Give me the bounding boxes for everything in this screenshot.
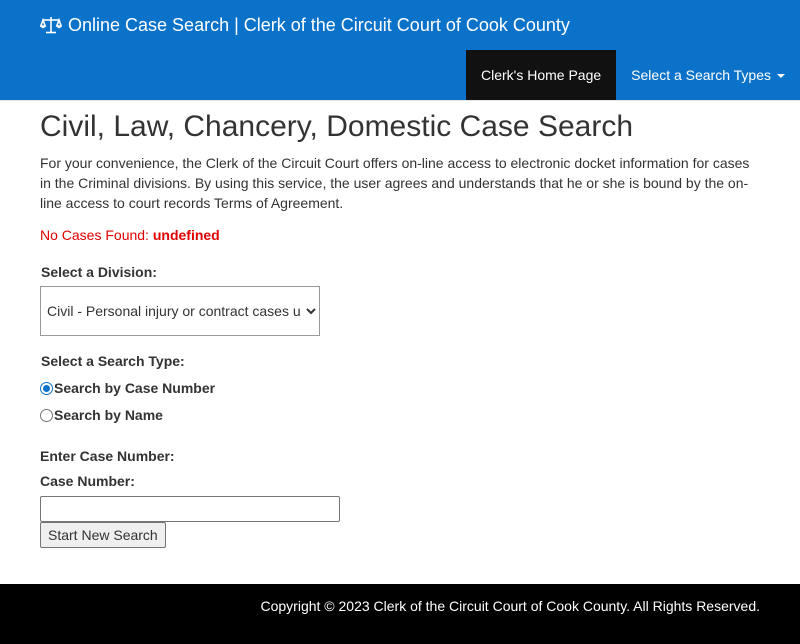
scale-icon bbox=[40, 17, 62, 34]
start-new-search-button[interactable]: Start New Search bbox=[40, 522, 166, 548]
nav-search-types-dropdown[interactable]: Select a Search Types bbox=[616, 50, 800, 100]
nav-home-link[interactable]: Clerk's Home Page bbox=[466, 50, 617, 100]
error-label: No Cases Found: bbox=[40, 227, 149, 243]
caret-down-icon bbox=[777, 74, 785, 79]
radio-case-number-row[interactable]: Search by Case Number bbox=[40, 378, 760, 398]
site-title: Online Case Search | Clerk of the Circui… bbox=[68, 15, 570, 35]
header-divider bbox=[0, 100, 800, 101]
footer-copyright: Copyright © 2023 Clerk of the Circuit Co… bbox=[260, 598, 761, 614]
radio-case-number-label: Search by Case Number bbox=[54, 380, 216, 396]
main-nav: Clerk's Home Page Select a Search Types bbox=[466, 50, 800, 100]
radio-name-row[interactable]: Search by Name bbox=[40, 405, 760, 425]
top-navbar: Online Case Search | Clerk of the Circui… bbox=[0, 0, 800, 100]
error-message: No Cases Found: undefined bbox=[40, 225, 760, 245]
site-brand[interactable]: Online Case Search | Clerk of the Circui… bbox=[40, 13, 570, 37]
page-title: Civil, Law, Chancery, Domestic Case Sear… bbox=[40, 110, 633, 143]
division-label: Select a Division: bbox=[41, 264, 157, 280]
intro-text: For your convenience, the Clerk of the C… bbox=[40, 155, 750, 211]
search-type-label: Select a Search Type: bbox=[41, 353, 185, 369]
case-number-label: Case Number: bbox=[40, 473, 135, 489]
division-select[interactable]: Civil - Personal injury or contract case… bbox=[40, 286, 320, 336]
main-content: Civil, Law, Chancery, Domestic Case Sear… bbox=[40, 108, 760, 548]
radio-case-number[interactable] bbox=[40, 381, 53, 395]
radio-name-label: Search by Name bbox=[54, 407, 163, 423]
nav-search-types-label: Select a Search Types bbox=[631, 67, 771, 83]
radio-name[interactable] bbox=[40, 408, 53, 422]
footer: Copyright © 2023 Clerk of the Circuit Co… bbox=[0, 584, 800, 644]
error-value: undefined bbox=[152, 227, 220, 243]
enter-case-number-label: Enter Case Number: bbox=[40, 448, 175, 464]
case-number-input[interactable] bbox=[40, 496, 340, 522]
